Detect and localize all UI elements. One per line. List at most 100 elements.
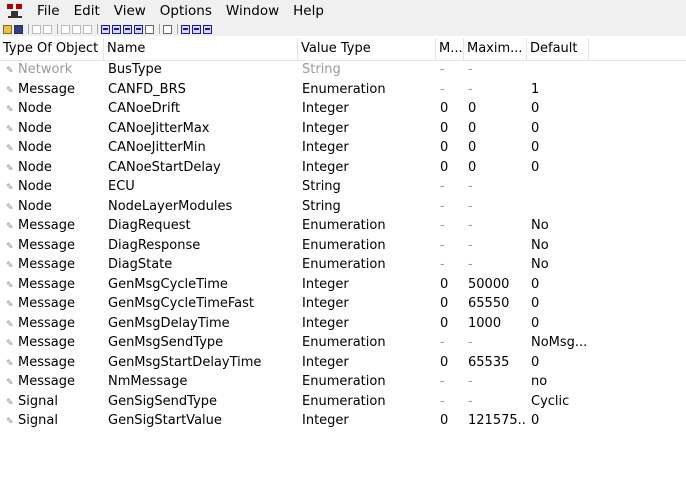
cell-type: ✎ Node	[6, 197, 106, 217]
table-row[interactable]: ✎ Message DiagRequest Enumeration - - No	[0, 216, 686, 236]
table-row[interactable]: ✎ Message NmMessage Enumeration - - no	[0, 372, 686, 392]
col-header-type[interactable]: Type Of Object	[0, 38, 104, 60]
edit-pencil-icon: ✎	[6, 202, 14, 213]
col-header-name[interactable]: Name	[104, 38, 298, 60]
cell-type: ✎ Message	[6, 372, 106, 392]
window-icon[interactable]	[203, 24, 212, 34]
cell-min: 0	[440, 101, 449, 116]
cell-value-type: Enumeration	[302, 393, 386, 409]
table-row[interactable]: ✎ Node CANoeStartDelay Integer 0 0 0	[0, 158, 686, 178]
edit-pencil-icon: ✎	[6, 222, 14, 232]
edit-pencil-icon: ✎	[6, 358, 14, 369]
table-row[interactable]: ✎ Node ECU String - -	[0, 177, 686, 197]
cell-max: 0	[468, 101, 477, 116]
menu-window[interactable]: Window	[219, 0, 286, 22]
cell-name: GenSigSendType	[108, 393, 218, 409]
object-type-label: Message	[18, 276, 75, 292]
object-type-label: Message	[18, 257, 75, 272]
save-icon[interactable]	[14, 24, 23, 34]
col-header-max[interactable]: Maxim...	[464, 38, 527, 60]
cell-default: 0	[531, 413, 540, 428]
object-type-label: Message	[18, 296, 75, 311]
view5-icon[interactable]	[145, 24, 154, 34]
cell-min: -	[440, 218, 445, 233]
cell-value-type: Enumeration	[302, 257, 386, 272]
app-icon[interactable]	[6, 2, 24, 20]
cell-max: -	[468, 393, 473, 409]
view2-icon[interactable]	[112, 24, 121, 34]
menu-file[interactable]: File	[30, 0, 67, 22]
tile-icon[interactable]	[181, 24, 190, 34]
cell-max: 65550	[468, 296, 510, 311]
table-row[interactable]: ✎ Node CANoeJitterMax Integer 0 0 0	[0, 119, 686, 139]
menu-options[interactable]: Options	[153, 0, 219, 22]
edit-pencil-icon: ✎	[6, 261, 14, 271]
cell-value-type: Integer	[302, 413, 349, 428]
view3-icon[interactable]	[123, 24, 132, 34]
table-row[interactable]: ✎ Message DiagResponse Enumeration - - No	[0, 236, 686, 256]
cell-max: 0	[468, 120, 477, 136]
table-row[interactable]: ✎ Message GenMsgCycleTime Integer 0 50000 0	[0, 275, 686, 295]
delete-icon[interactable]	[72, 24, 81, 34]
copy-icon[interactable]	[43, 24, 52, 34]
edit-pencil-icon: ✎	[6, 319, 14, 330]
cell-value-type: Enumeration	[302, 335, 386, 350]
cell-name: CANoeDrift	[108, 101, 181, 116]
cell-type: ✎ Signal	[6, 392, 106, 412]
cell-value-type: String	[302, 62, 341, 77]
table-row[interactable]: ✎ Message DiagState Enumeration - - No	[0, 255, 686, 275]
cell-min: -	[440, 257, 445, 272]
open-icon[interactable]	[3, 24, 12, 34]
edit-pencil-icon: ✎	[6, 397, 14, 408]
menu-view[interactable]: View	[107, 0, 153, 22]
cell-value-type: Integer	[302, 101, 349, 116]
object-type-label: Message	[18, 81, 75, 97]
table-row[interactable]: ✎ Message GenMsgDelayTime Integer 0 1000 0	[0, 314, 686, 334]
table-row[interactable]: ✎ Message GenMsgSendType Enumeration - - NoMsg…	[0, 333, 686, 353]
cell-min: -	[440, 393, 445, 409]
cell-type: ✎ Signal	[6, 411, 106, 431]
table-row[interactable]: ✎ Message CANFD_BRS Enumeration - - 1	[0, 80, 686, 100]
table-row[interactable]: ✎ Message GenMsgCycleTimeFast Integer 0 65550…	[0, 294, 686, 314]
menu-help[interactable]: Help	[286, 0, 331, 22]
cell-type: ✎ Message	[6, 275, 106, 295]
view1-icon[interactable]	[101, 24, 110, 34]
col-header-default[interactable]: Default	[527, 38, 589, 60]
cut-icon[interactable]	[32, 24, 41, 34]
view4-icon[interactable]	[134, 24, 143, 34]
table-row[interactable]: ✎ Node CANoeDrift Integer 0 0 0	[0, 99, 686, 119]
col-header-min[interactable]: M...	[436, 38, 464, 60]
cell-min: -	[440, 335, 445, 350]
cell-default	[531, 197, 611, 217]
menu-edit[interactable]: Edit	[67, 0, 107, 22]
toolbar	[0, 22, 686, 36]
cell-type: ✎ Message	[6, 80, 106, 100]
table-row[interactable]: ✎ Node CANoeJitterMin Integer 0 0 0	[0, 138, 686, 158]
edit-pencil-icon: ✎	[6, 85, 14, 96]
cell-name: NmMessage	[108, 374, 188, 389]
table-row[interactable]: ✎ Network BusType String - -	[0, 60, 686, 80]
cascade-icon[interactable]	[192, 24, 201, 34]
cell-value-type: Integer	[302, 315, 349, 331]
table-row[interactable]: ✎ Signal GenSigStartValue Integer 0 121575...…	[0, 411, 686, 431]
cell-name: CANoeJitterMin	[108, 140, 206, 155]
cell-min: 0	[440, 413, 449, 428]
paste-icon[interactable]	[61, 24, 70, 34]
cell-default: NoMsg...	[531, 335, 588, 350]
cell-min: 0	[440, 159, 449, 175]
find-icon[interactable]	[163, 24, 172, 34]
table-row[interactable]: ✎ Node NodeLayerModules String - -	[0, 197, 686, 217]
edit-pencil-icon: ✎	[6, 241, 14, 252]
cell-type: ✎ Node	[6, 99, 106, 119]
properties-icon[interactable]	[83, 24, 92, 34]
cell-max: -	[468, 62, 473, 77]
cell-name: DiagRequest	[108, 218, 191, 233]
cell-min: -	[440, 62, 445, 77]
col-header-value-type[interactable]: Value Type	[298, 38, 436, 60]
cell-type: ✎ Node	[6, 119, 106, 139]
table-row[interactable]: ✎ Signal GenSigSendType Enumeration - - Cyclic	[0, 392, 686, 412]
object-type-label: Node	[18, 198, 52, 214]
table-row[interactable]: ✎ Message GenMsgStartDelayTime Integer 0 6553…	[0, 353, 686, 373]
cell-type: ✎ Message	[6, 314, 106, 334]
cell-min: -	[440, 374, 445, 389]
